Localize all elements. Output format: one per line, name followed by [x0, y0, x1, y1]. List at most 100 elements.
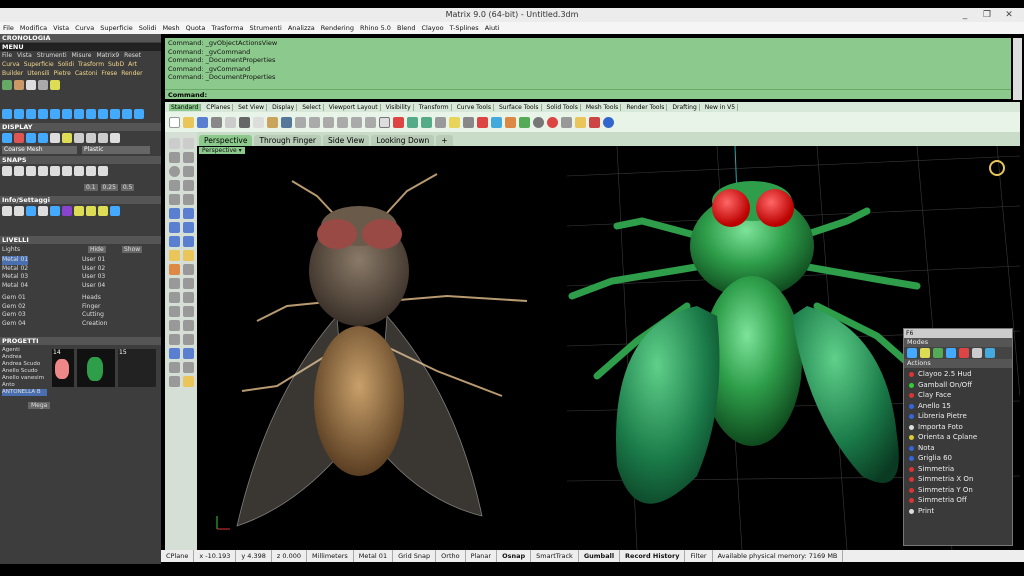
chrome-icon[interactable] [86, 133, 96, 143]
toggle-grid-snap[interactable]: Grid Snap [393, 550, 437, 562]
cplane-status[interactable]: CPlane [161, 550, 195, 562]
mode-icon[interactable] [985, 348, 995, 358]
cut-icon[interactable] [239, 116, 250, 128]
tab-visibility[interactable]: Visibility [384, 103, 414, 111]
viewport-title[interactable]: Perspective ▾ [199, 147, 245, 154]
layer-item[interactable]: Heads [82, 294, 107, 303]
circle-icon[interactable] [169, 166, 180, 177]
tool-icon[interactable] [38, 206, 48, 216]
tool-icon[interactable] [98, 109, 108, 119]
tool-icon[interactable] [86, 109, 96, 119]
toggle-osnap[interactable]: Osnap [497, 550, 532, 562]
action-item[interactable]: Gamball On/Off [904, 380, 1012, 391]
panel-menu-file[interactable]: File [2, 52, 12, 59]
tool-icon[interactable] [50, 206, 60, 216]
zoom-extents-icon[interactable] [351, 116, 362, 128]
action-item[interactable]: Orienta a Cplane [904, 432, 1012, 443]
snap-point-icon[interactable] [26, 166, 36, 176]
tab-display[interactable]: Display [270, 103, 298, 111]
project-item[interactable]: ANTONELLA B [2, 389, 47, 396]
cat-solidi[interactable]: Solidi [58, 61, 74, 68]
layer-item[interactable]: Metal 02 [2, 265, 28, 274]
mode-icon[interactable] [946, 348, 956, 358]
loft-icon[interactable] [183, 208, 194, 219]
open-file-icon[interactable] [183, 116, 194, 128]
mega-button[interactable]: Mega [28, 402, 51, 409]
light-tool-icon[interactable] [183, 376, 194, 387]
tool-icon[interactable] [2, 206, 12, 216]
scale-icon[interactable] [183, 306, 194, 317]
layer-icon[interactable] [435, 116, 446, 128]
tab-render-tools[interactable]: Render Tools [624, 103, 668, 111]
show-button[interactable]: Show [122, 246, 143, 253]
toggle-filter[interactable]: Filter [685, 550, 713, 562]
boolean-icon[interactable] [169, 250, 180, 261]
livelli-header[interactable]: LIVELLI [0, 236, 161, 244]
move-icon[interactable] [169, 292, 180, 303]
command-scrollbar[interactable] [1013, 38, 1022, 100]
toggle-record-history[interactable]: Record History [620, 550, 686, 562]
group-icon[interactable] [169, 334, 180, 345]
snap-quad-icon[interactable] [98, 166, 108, 176]
tab-curve-tools[interactable]: Curve Tools [455, 103, 494, 111]
pan-icon[interactable] [295, 116, 306, 128]
cat-subd[interactable]: SubD [108, 61, 124, 68]
silver-icon[interactable] [74, 133, 84, 143]
car-icon[interactable] [589, 116, 600, 128]
snap-end-icon[interactable] [2, 166, 12, 176]
mode-icon[interactable] [933, 348, 943, 358]
tab-mesh-tools[interactable]: Mesh Tools [584, 103, 622, 111]
snap-near-icon[interactable] [14, 166, 24, 176]
undo-icon[interactable] [281, 116, 292, 128]
action-item[interactable]: Simmetria Off [904, 495, 1012, 506]
cat-utensili[interactable]: Utensili [27, 70, 49, 77]
menu-curva[interactable]: Curva [75, 24, 94, 32]
lock-icon[interactable] [183, 362, 194, 373]
menu-file[interactable]: File [3, 24, 14, 32]
polygon-icon[interactable] [183, 180, 194, 191]
tab-solid-tools[interactable]: Solid Tools [545, 103, 581, 111]
project-thumbnail[interactable]: 14 [52, 349, 74, 387]
menu-header[interactable]: MENU [0, 43, 161, 51]
cronologia-header[interactable]: CRONOLOGIA [0, 34, 161, 42]
trim-icon[interactable] [183, 264, 194, 275]
layer-item[interactable]: Gem 01 [2, 294, 28, 303]
curve-icon[interactable] [169, 194, 180, 205]
paste-icon[interactable] [267, 116, 278, 128]
tool-icon[interactable] [2, 109, 12, 119]
menu-analizza[interactable]: Analizza [288, 24, 315, 32]
array-icon[interactable] [183, 320, 194, 331]
action-item[interactable]: Griglia 60 [904, 453, 1012, 464]
info-header[interactable]: Info/Settaggi [0, 196, 161, 204]
action-item[interactable]: Libreria Pietre [904, 411, 1012, 422]
layer-item[interactable]: Gem 04 [2, 320, 28, 329]
material-icon[interactable] [50, 133, 60, 143]
sphere-icon[interactable] [533, 116, 544, 128]
rotate-icon[interactable] [169, 306, 180, 317]
perspective-viewport[interactable]: Perspective ▾ [197, 146, 1020, 550]
cylinder-icon[interactable] [183, 236, 194, 247]
command-prompt[interactable]: Command: [165, 89, 1011, 99]
layer-item[interactable]: Gem 02 [2, 303, 28, 312]
progetti-header[interactable]: PROGETTI [0, 337, 161, 345]
action-item[interactable]: Print [904, 506, 1012, 517]
panel-menu-vista[interactable]: Vista [17, 52, 32, 59]
gold-icon[interactable] [62, 133, 72, 143]
layer-item[interactable]: User 02 [82, 265, 107, 274]
toggle-planar[interactable]: Planar [466, 550, 498, 562]
point-icon[interactable] [183, 138, 194, 149]
sun-icon[interactable] [575, 116, 586, 128]
rotate-view-icon[interactable] [309, 116, 320, 128]
menu-blend[interactable]: Blend [397, 24, 416, 32]
ball-icon[interactable] [547, 116, 558, 128]
cat-curva[interactable]: Curva [2, 61, 20, 68]
tool-icon[interactable] [38, 109, 48, 119]
platinum-icon[interactable] [98, 133, 108, 143]
layer-item[interactable]: User 04 [82, 282, 107, 291]
display-header[interactable]: DISPLAY [0, 123, 161, 131]
print-icon[interactable] [211, 116, 222, 128]
cat-trasform[interactable]: Trasform [78, 61, 104, 68]
action-item[interactable]: Simmetria X On [904, 474, 1012, 485]
snap-int-icon[interactable] [62, 166, 72, 176]
snap-tan-icon[interactable] [86, 166, 96, 176]
